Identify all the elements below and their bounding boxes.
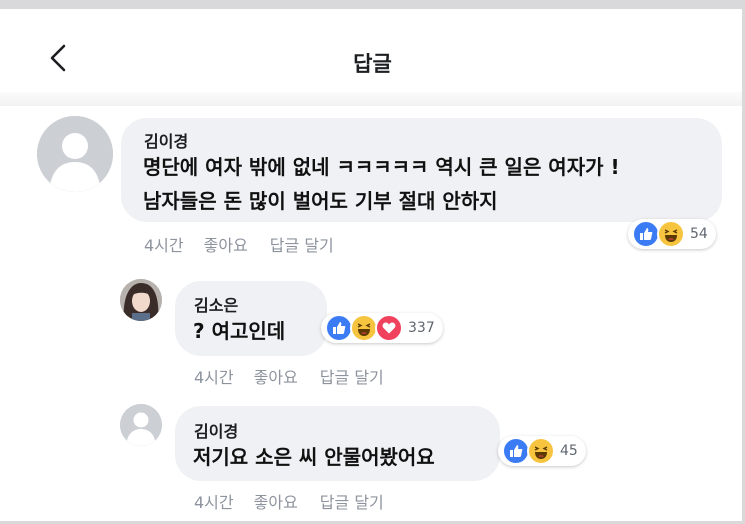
- avatar[interactable]: [120, 404, 162, 446]
- comment-actions: 4시간 좋아요 답글 달기: [194, 489, 406, 513]
- haha-icon: [527, 437, 555, 465]
- comment-time: 4시간: [194, 493, 234, 512]
- reaction-count: 45: [560, 443, 578, 459]
- like-icon: [632, 220, 660, 248]
- love-icon: [375, 314, 403, 342]
- haha-icon: [657, 220, 685, 248]
- comment-actions: 4시간 좋아요 답글 달기: [144, 232, 356, 256]
- avatar[interactable]: [120, 279, 162, 321]
- like-icon: [502, 437, 530, 465]
- reply-button[interactable]: 답글 달기: [270, 236, 334, 255]
- like-button[interactable]: 좋아요: [204, 236, 248, 255]
- status-strip: [0, 0, 745, 9]
- like-button[interactable]: 좋아요: [254, 368, 298, 387]
- comment-author[interactable]: 김소은: [194, 292, 238, 316]
- comment-text-line: 저기요 소은 씨 안물어봤어요: [193, 445, 435, 469]
- comment-time: 4시간: [144, 236, 184, 255]
- comment-actions: 4시간 좋아요 답글 달기: [194, 364, 406, 388]
- comment-time: 4시간: [194, 368, 234, 387]
- reaction-summary[interactable]: 54: [628, 219, 716, 249]
- reaction-summary[interactable]: 337: [321, 313, 443, 343]
- reply-button[interactable]: 답글 달기: [320, 368, 384, 387]
- comment-text-line: 명단에 여자 밖에 없네 ㅋㅋㅋㅋㅋ 역시 큰 일은 여자가 !: [143, 155, 620, 179]
- avatar[interactable]: [37, 116, 113, 192]
- reply-button[interactable]: 답글 달기: [320, 493, 384, 512]
- comment-author[interactable]: 김이경: [194, 418, 238, 442]
- page-title: 답글: [353, 52, 392, 76]
- comment-author[interactable]: 김이경: [144, 128, 188, 152]
- like-icon: [325, 314, 353, 342]
- reaction-count: 337: [408, 320, 435, 336]
- like-button[interactable]: 좋아요: [254, 493, 298, 512]
- reaction-count: 54: [690, 226, 708, 242]
- reaction-summary[interactable]: 45: [498, 436, 586, 466]
- haha-icon: [350, 314, 378, 342]
- comment-text-line: ? 여고인데: [193, 319, 286, 343]
- comment-text-line: 남자들은 돈 많이 벌어도 기부 절대 안하지: [143, 189, 498, 213]
- header-divider: [0, 92, 745, 106]
